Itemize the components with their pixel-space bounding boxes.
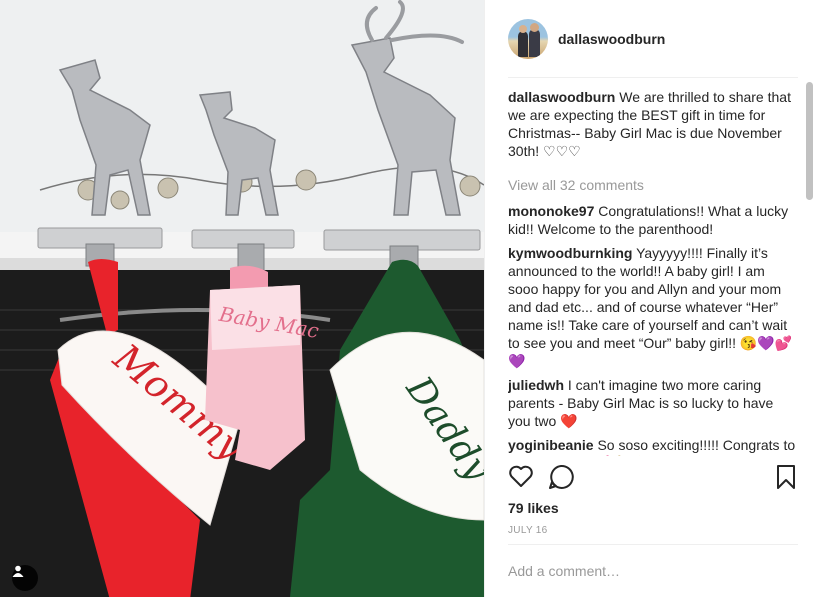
list-item: kymwoodburnking Yayyyyy!!!! Finally it’s… [508, 244, 798, 370]
post-caption: dallaswoodburn We are thrilled to share … [508, 88, 798, 160]
caption-username-link[interactable]: dallaswoodburn [508, 89, 615, 105]
post-header: dallaswoodburn [508, 18, 798, 78]
comment-bubble-icon[interactable] [548, 464, 574, 495]
likes-count[interactable]: 79 likes [508, 500, 559, 516]
comments-list[interactable]: dallaswoodburn We are thrilled to share … [508, 88, 798, 456]
comment-username-link[interactable]: juliedwh [508, 377, 564, 393]
list-item: yoginibeanie So soso exciting!!!!! Congr… [508, 436, 798, 456]
post-date[interactable]: JULY 16 [508, 525, 548, 536]
comment-text: Yayyyyy!!!! Finally it’s announced to th… [508, 245, 793, 369]
tagged-users-button[interactable] [12, 565, 38, 591]
view-all-comments-link[interactable]: View all 32 comments [508, 176, 798, 194]
post-actions [508, 462, 798, 496]
comment-username-link[interactable]: kymwoodburnking [508, 245, 632, 261]
like-heart-icon[interactable] [508, 464, 534, 493]
add-comment-bar [508, 544, 798, 597]
person-icon [12, 565, 24, 577]
scrollbar-thumb[interactable] [806, 82, 813, 200]
add-comment-input[interactable] [508, 563, 798, 579]
list-item: mononoke97 Congratulations!! What a luck… [508, 202, 798, 238]
list-item: juliedwh I can't imagine two more caring… [508, 376, 798, 430]
bookmark-icon[interactable] [776, 464, 796, 495]
comment-username-link[interactable]: yoginibeanie [508, 437, 594, 453]
post-photo[interactable]: Mommy Baby Mac Daddy [0, 0, 484, 597]
comments-scrollbar[interactable] [806, 78, 814, 456]
post-details-panel: dallaswoodburn dallaswoodburn We are thr… [484, 0, 816, 597]
header-username-link[interactable]: dallaswoodburn [558, 31, 665, 47]
avatar[interactable] [508, 18, 548, 59]
stockings-photo-illustration: Mommy Baby Mac Daddy [0, 0, 484, 597]
comment-username-link[interactable]: mononoke97 [508, 203, 594, 219]
